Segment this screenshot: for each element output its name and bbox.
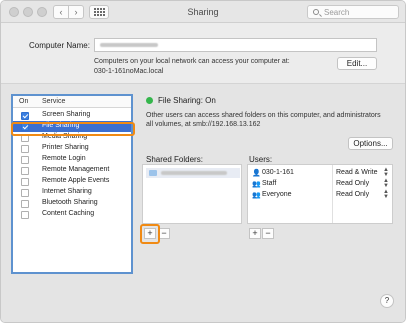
service-row[interactable]: Printer Sharing <box>13 143 131 154</box>
redacted-text <box>100 43 158 47</box>
redacted-text <box>161 171 227 175</box>
options-button[interactable]: Options... <box>348 137 393 150</box>
help-button[interactable]: ? <box>380 294 394 308</box>
service-checkbox[interactable] <box>21 178 29 186</box>
header-service: Service <box>42 98 66 105</box>
service-checkbox[interactable] <box>21 200 29 208</box>
computer-name-description: Computers on your local network can acce… <box>94 58 290 75</box>
users-list: 👤 030-1-161 Read & Write ▲ ▼ 👥 Staff Read Only ▲… <box>247 164 393 224</box>
add-button-highlight <box>140 224 160 244</box>
service-checkbox[interactable] <box>21 189 29 197</box>
service-label: Remote Apple Events <box>42 177 110 184</box>
shared-folders-list <box>142 164 242 224</box>
service-checkbox[interactable] <box>21 145 29 153</box>
sharing-window: ‹ › Sharing Search Computer Name: Comput… <box>0 0 406 323</box>
service-row[interactable]: Remote Apple Events <box>13 176 131 187</box>
updown-arrows-icon[interactable]: ▲ ▼ <box>383 178 389 189</box>
search-placeholder: Search <box>324 8 350 17</box>
service-label: Screen Sharing <box>42 111 91 118</box>
folder-icon <box>149 170 157 176</box>
add-user-button[interactable]: + <box>249 228 261 239</box>
shared-folder-item[interactable] <box>146 168 240 178</box>
search-input[interactable]: Search <box>307 5 399 19</box>
service-row[interactable]: Internet Sharing <box>13 187 131 198</box>
service-list: On Service Screen Sharing File Sharing Med… <box>11 94 133 274</box>
file-sharing-highlight <box>11 122 135 136</box>
shared-folders-label: Shared Folders: <box>146 155 203 164</box>
remove-user-button[interactable]: − <box>262 228 274 239</box>
user-row[interactable]: 👥 Staff Read Only ▲ ▼ <box>248 178 392 190</box>
users-label: Users: <box>249 155 273 164</box>
computer-name-field[interactable] <box>94 38 377 52</box>
status-indicator <box>146 97 153 104</box>
service-row[interactable]: Bluetooth Sharing <box>13 198 131 209</box>
updown-arrows-icon[interactable]: ▲ ▼ <box>383 189 389 200</box>
service-label: Printer Sharing <box>42 144 89 151</box>
service-checkbox[interactable] <box>21 167 29 175</box>
file-sharing-description: Other users can access shared folders on… <box>146 112 381 128</box>
file-sharing-status: File Sharing: On <box>158 96 216 105</box>
service-row[interactable]: Content Caching <box>13 209 131 220</box>
service-row[interactable]: Remote Login <box>13 154 131 165</box>
group-icon: 👥 <box>252 192 261 199</box>
search-icon <box>313 9 319 15</box>
permission-popup[interactable]: Read Only <box>336 191 369 198</box>
service-checkbox[interactable] <box>21 156 29 164</box>
service-label: Remote Management <box>42 166 110 173</box>
service-checkbox[interactable] <box>21 112 29 120</box>
service-row[interactable]: Remote Management <box>13 165 131 176</box>
service-row[interactable]: Screen Sharing <box>13 110 131 121</box>
updown-arrows-icon[interactable]: ▲ ▼ <box>383 167 389 178</box>
edit-button[interactable]: Edit... <box>337 57 377 70</box>
user-name: 030-1-161 <box>262 169 294 176</box>
group-icon: 👥 <box>252 181 261 188</box>
service-label: Bluetooth Sharing <box>42 199 98 206</box>
permission-popup[interactable]: Read & Write <box>336 169 378 176</box>
header-on: On <box>19 98 29 105</box>
service-checkbox[interactable] <box>21 211 29 219</box>
user-row[interactable]: 👥 Everyone Read Only ▲ ▼ <box>248 189 392 201</box>
user-name: Staff <box>262 180 277 187</box>
service-list-header: On Service <box>13 96 131 108</box>
service-label: Content Caching <box>42 210 95 217</box>
computer-name-label: Computer Name: <box>29 41 90 50</box>
title-bar: ‹ › Sharing Search <box>1 1 405 23</box>
permission-popup[interactable]: Read Only <box>336 180 369 187</box>
service-label: Remote Login <box>42 155 86 162</box>
user-name: Everyone <box>262 191 292 198</box>
user-icon: 👤 <box>252 170 261 177</box>
service-label: Internet Sharing <box>42 188 92 195</box>
user-row[interactable]: 👤 030-1-161 Read & Write ▲ ▼ <box>248 167 392 179</box>
